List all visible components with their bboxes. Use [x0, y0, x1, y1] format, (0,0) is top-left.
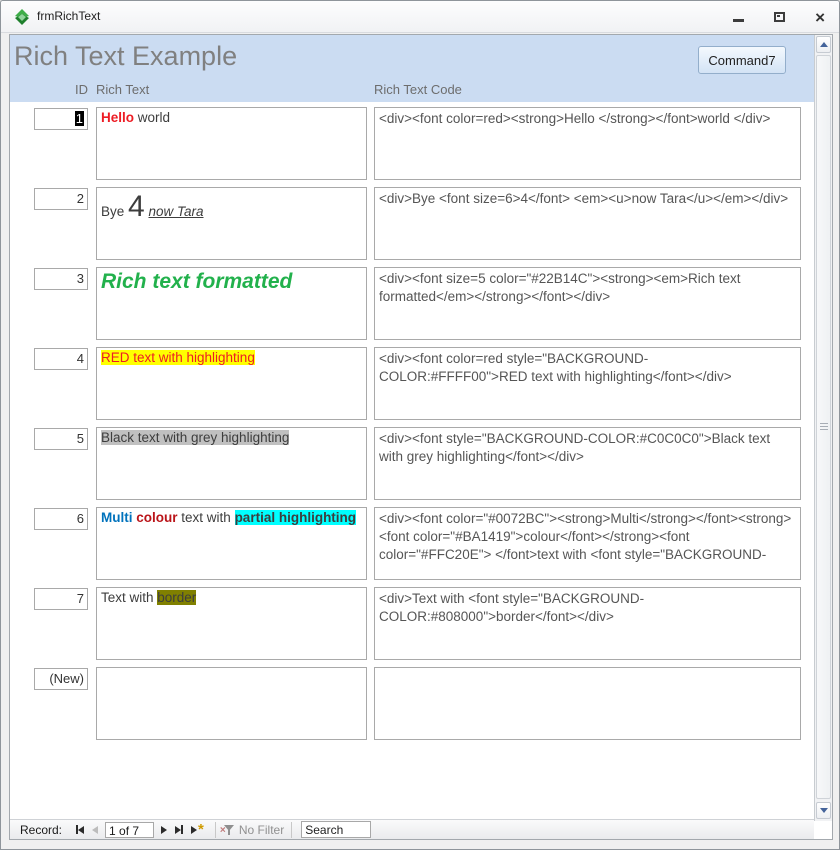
- close-icon[interactable]: ×: [815, 9, 825, 26]
- scrollbar-grip-icon: [820, 423, 828, 431]
- rich-text-segment: colour: [136, 510, 178, 525]
- rich-text-code-field[interactable]: <div><font style="BACKGROUND-COLOR:#C0C0…: [374, 427, 801, 500]
- record-row: 3 Rich text formatted <div><font size=5 co…: [10, 267, 814, 340]
- new-record-star-icon: *: [198, 820, 204, 838]
- rich-text-segment: world: [137, 110, 171, 125]
- restore-icon[interactable]: [774, 12, 786, 22]
- no-filter-button[interactable]: × No Filter: [220, 822, 285, 837]
- rich-text-field[interactable]: RED text with highlighting: [96, 347, 367, 420]
- nav-first-record-button[interactable]: [76, 823, 85, 837]
- filter-funnel-icon: ×: [220, 824, 235, 836]
- new-record-icon: [191, 825, 198, 834]
- record-id-value: 1: [74, 111, 84, 126]
- record-row: 1 Hello world <div><font color=red><strong…: [10, 107, 814, 180]
- column-header-rich-text: Rich Text: [96, 82, 150, 97]
- nav-previous-record-button[interactable]: [92, 823, 99, 837]
- record-row: 6 Multi colour text with partial highligh…: [10, 507, 814, 580]
- record-id-value: 4: [76, 351, 84, 366]
- rich-text-code-field[interactable]: <div>Bye <font size=6>4</font> <em><u>no…: [374, 187, 801, 260]
- rich-text-field[interactable]: Multi colour text with partial highlight…: [96, 507, 367, 580]
- form-icon: [15, 9, 29, 25]
- nav-last-record-button[interactable]: [175, 823, 184, 837]
- no-filter-label: No Filter: [238, 822, 285, 837]
- record-id-value: 6: [76, 511, 84, 526]
- record-row: 5 Black text with grey highlighting <div><…: [10, 427, 814, 500]
- rich-text-segment: Bye: [101, 204, 129, 219]
- window-title: frmRichText: [37, 9, 101, 23]
- minimize-icon[interactable]: [733, 18, 745, 22]
- rich-text-segment: RED text with highlighting: [101, 350, 255, 365]
- record-row: (New): [10, 667, 814, 740]
- rich-text-segment: text with: [177, 510, 235, 525]
- rich-text-segment: border: [157, 590, 197, 605]
- record-navigation-bar: Record: 1 of 7 * × No Filter: [10, 819, 814, 839]
- first-record-icon: [78, 825, 85, 834]
- rich-text-segment: Hello: [101, 110, 138, 125]
- record-id-field[interactable]: 2: [34, 188, 88, 210]
- record-id-value: 2: [76, 191, 84, 206]
- rich-text-segment: partial highlighting: [234, 510, 357, 525]
- rich-text-segment: now Tara: [148, 204, 204, 219]
- column-header-id: ID: [75, 82, 88, 97]
- record-id-value: 5: [76, 431, 84, 446]
- scrollbar-thumb[interactable]: [816, 55, 831, 799]
- rich-text-field[interactable]: Hello world: [96, 107, 367, 180]
- next-record-icon: [161, 825, 168, 834]
- rich-text-field[interactable]: Text with border: [96, 587, 367, 660]
- record-label: Record:: [20, 822, 63, 837]
- record-id-value: 7: [76, 591, 84, 606]
- record-row: 4 RED text with highlighting <div><font co…: [10, 347, 814, 420]
- record-id-field[interactable]: 6: [34, 508, 88, 530]
- rich-text-code-field[interactable]: <div><font color="#0072BC"><strong>Multi…: [374, 507, 801, 580]
- command7-button[interactable]: Command7: [698, 46, 786, 74]
- rich-text-code-field[interactable]: <div><font size=5 color="#22B14C"><stron…: [374, 267, 801, 340]
- nav-new-record-button[interactable]: *: [191, 820, 204, 838]
- column-header-rich-text-code: Rich Text Code: [374, 82, 462, 97]
- record-id-field[interactable]: 7: [34, 588, 88, 610]
- vertical-scrollbar[interactable]: [814, 35, 832, 821]
- rich-text-field[interactable]: Bye 4 now Tara: [96, 187, 367, 260]
- record-row: 2 Bye 4 now Tara <div>Bye <font size=6>4</…: [10, 187, 814, 260]
- rich-text-segment: Text with: [101, 590, 158, 605]
- title-bar[interactable]: frmRichText ×: [1, 1, 839, 33]
- form-header-band: Rich Text Example Command7 ID Rich Text …: [10, 35, 814, 102]
- rich-text-segment: 4: [128, 190, 145, 223]
- record-id-value: 3: [76, 271, 84, 286]
- rich-text-code-field[interactable]: [374, 667, 801, 740]
- page-title: Rich Text Example: [14, 41, 238, 71]
- rich-text-field[interactable]: Black text with grey highlighting: [96, 427, 367, 500]
- search-input[interactable]: [301, 821, 372, 838]
- record-id-field[interactable]: 4: [34, 348, 88, 370]
- record-id-field[interactable]: (New): [34, 668, 88, 690]
- rich-text-segment: Multi: [101, 510, 133, 525]
- record-id-value: (New): [49, 671, 84, 686]
- separator: [291, 821, 293, 838]
- rich-text-field[interactable]: [96, 667, 367, 740]
- rich-text-code-field[interactable]: <div>Text with <font style="BACKGROUND-C…: [374, 587, 801, 660]
- scrollbar-down-button[interactable]: [816, 802, 831, 819]
- rich-text-code-field[interactable]: <div><font color=red><strong>Hello </str…: [374, 107, 801, 180]
- record-position-box[interactable]: 1 of 7: [105, 821, 155, 838]
- rich-text-field[interactable]: Rich text formatted: [96, 267, 367, 340]
- record-id-field[interactable]: 3: [34, 268, 88, 290]
- scrollbar-up-button[interactable]: [816, 36, 831, 53]
- previous-record-icon: [92, 825, 99, 834]
- access-form-window: frmRichText × Rich Text Example Command7…: [0, 0, 840, 850]
- record-id-field[interactable]: 5: [34, 428, 88, 450]
- record-row: 7 Text with border <div>Text with <font st…: [10, 587, 814, 660]
- rich-text-segment: Rich text formatted: [101, 270, 293, 293]
- separator: [214, 821, 216, 838]
- down-arrow-icon: [819, 808, 828, 813]
- records-area: 1 Hello world <div><font color=red><strong…: [10, 107, 814, 747]
- rich-text-segment: Black text with grey highlighting: [101, 430, 290, 445]
- rich-text-code-field[interactable]: <div><font color=red style="BACKGROUND-C…: [374, 347, 801, 420]
- nav-next-record-button[interactable]: [161, 823, 168, 837]
- up-arrow-icon: [819, 42, 828, 47]
- form-content: Rich Text Example Command7 ID Rich Text …: [9, 34, 833, 840]
- record-id-field[interactable]: 1: [34, 108, 88, 130]
